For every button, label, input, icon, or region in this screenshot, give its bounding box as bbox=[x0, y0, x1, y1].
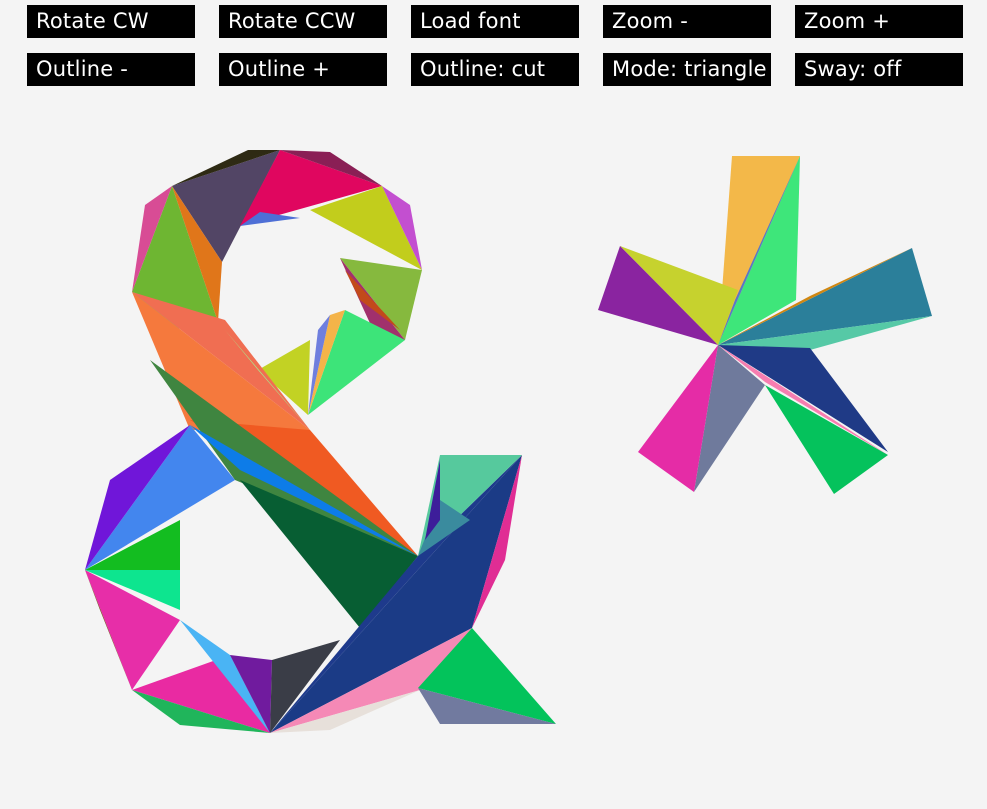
asterisk-glyph bbox=[598, 156, 932, 494]
glyph-canvas[interactable] bbox=[0, 0, 987, 809]
ampersand-glyph bbox=[85, 150, 556, 733]
